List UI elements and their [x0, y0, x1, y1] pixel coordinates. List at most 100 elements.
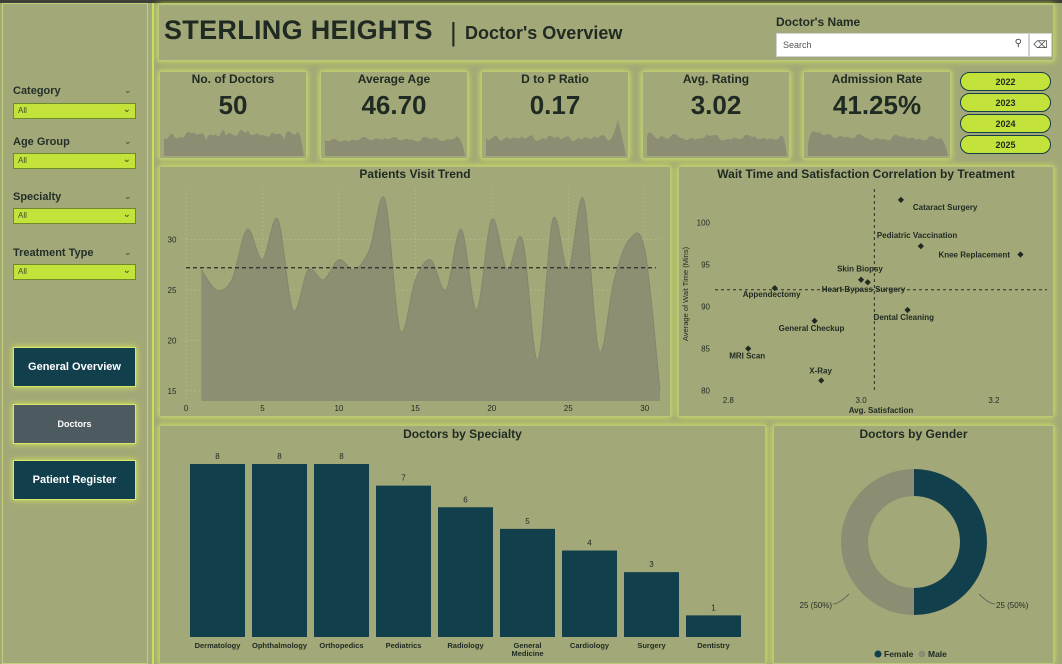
kpi-card-avg-rating: Avg. Rating 3.02 — [642, 71, 790, 159]
kpi-title: D to P Ratio — [521, 72, 589, 86]
point-label: MRI Scan — [729, 352, 765, 361]
scatter-point — [818, 377, 825, 384]
bar — [314, 464, 369, 637]
chevron-down-icon[interactable]: ⌄ — [124, 247, 132, 258]
kpi-card-d-to-p-ratio: D to P Ratio 0.17 — [481, 71, 629, 159]
kpi-card-average-age: Average Age 46.70 — [320, 71, 468, 159]
chart-title: Patients Visit Trend — [359, 167, 471, 181]
chart-title: Doctors by Specialty — [403, 427, 522, 441]
kpi-title: Avg. Rating — [682, 72, 750, 86]
leader-line — [832, 593, 850, 605]
kpi-title: Average Age — [357, 72, 431, 86]
slice-label: 25 (50%) — [800, 601, 833, 610]
point-label: X-Ray — [809, 367, 832, 376]
doctors-by-specialty-panel: Doctors by Specialty 8 Dermatology 8 Ophtha… — [159, 425, 766, 664]
bar-value-label: 6 — [463, 495, 468, 504]
y-tick-label: 90 — [701, 303, 710, 312]
visit-area — [201, 196, 660, 401]
category-label: Dentistry — [697, 641, 730, 650]
category-select[interactable]: All ⌄ — [13, 103, 136, 119]
bar — [376, 485, 431, 637]
x-tick-label: 5 — [260, 404, 265, 413]
select-value: All — [18, 106, 27, 115]
scatter-point — [897, 196, 905, 204]
y-tick-label: 85 — [701, 345, 710, 354]
slice-label: 25 (50%) — [996, 601, 1029, 610]
bar-value-label: 5 — [525, 517, 530, 526]
legend-label: Female — [884, 649, 914, 659]
chevron-down-icon: ⌄ — [122, 154, 131, 165]
y-tick-label: 25 — [168, 286, 177, 295]
bar-value-label: 8 — [339, 452, 344, 461]
chevron-down-icon[interactable]: ⌄ — [124, 191, 132, 202]
point-label: Cataract Surgery — [913, 203, 978, 212]
y-tick-label: 100 — [697, 219, 711, 228]
bar-value-label: 1 — [711, 603, 716, 612]
point-label: Appendectomy — [743, 290, 801, 299]
point-label: General Checkup — [779, 324, 845, 333]
doctors-button[interactable]: Doctors — [13, 404, 136, 444]
category-label: Surgery — [637, 641, 666, 650]
bar — [562, 550, 617, 637]
top-strip — [0, 0, 1062, 3]
point-label: Knee Replacement — [938, 251, 1010, 260]
patient-register-button[interactable]: Patient Register — [13, 460, 136, 500]
legend-label: Male — [928, 649, 947, 659]
kpi-sparkline — [325, 136, 465, 156]
donut-chart: 25 (50%) 25 (50%) Female Male — [800, 469, 1029, 659]
sidebar-divider — [148, 3, 154, 664]
age-group-select[interactable]: All ⌄ — [13, 153, 136, 169]
category-label: Radiology — [447, 641, 484, 650]
y-tick-label: 20 — [168, 336, 177, 345]
trend-chart: 0 5 10 15 20 25 30 15 20 25 30 — [168, 189, 661, 413]
x-tick-label: 2.8 — [723, 396, 735, 405]
x-tick-label: 10 — [334, 404, 343, 413]
bar — [252, 464, 307, 637]
chart-title: Doctors by Gender — [859, 427, 968, 441]
donut-slice — [841, 469, 914, 615]
bar-value-label: 4 — [587, 539, 592, 548]
chevron-down-icon[interactable]: ⌄ — [124, 85, 132, 96]
category-label: Dermatology — [195, 641, 242, 650]
bar — [438, 507, 493, 637]
x-tick-label: 15 — [411, 404, 420, 413]
eraser-icon[interactable]: ⌫ — [1029, 33, 1052, 57]
bar — [500, 528, 555, 637]
year-button-2025[interactable]: 2025 — [960, 135, 1051, 154]
legend-marker — [918, 650, 926, 658]
patients-visit-trend-panel: Patients Visit Trend 0 5 10 15 20 25 30 15 20 25 3… — [159, 166, 671, 417]
year-button-2023[interactable]: 2023 — [960, 93, 1051, 112]
scatter-chart: 2.8 3.0 3.2 80 85 90 95 100 Avg. Satisfaction Ave… — [681, 189, 1047, 415]
doctors-by-gender-panel: Doctors by Gender 25 (50%) 25 (50%) Female… — [773, 425, 1054, 664]
bar-value-label: 8 — [215, 452, 220, 461]
category-label: Medicine — [511, 649, 543, 658]
select-value: All — [18, 267, 27, 276]
brand-title: STERLING HEIGHTS — [164, 15, 433, 45]
search-placeholder: Search — [783, 40, 812, 50]
filter-label: Age Group — [13, 136, 70, 148]
select-value: All — [18, 211, 27, 220]
doctor-name-label: Doctor's Name — [776, 15, 861, 29]
category-label: Orthopedics — [319, 641, 363, 650]
donut-slice — [914, 469, 987, 615]
bar — [190, 464, 245, 637]
doctor-search-input[interactable]: Search ⚲ — [776, 33, 1029, 57]
bar-value-label: 3 — [649, 560, 654, 569]
legend-marker — [874, 650, 882, 658]
category-label: Cardiology — [570, 641, 610, 650]
search-icon[interactable]: ⚲ — [1015, 38, 1022, 49]
y-tick-label: 95 — [701, 261, 710, 270]
scatter-point — [917, 243, 924, 250]
chevron-down-icon[interactable]: ⌄ — [124, 136, 132, 147]
scatter-point — [857, 276, 865, 283]
chevron-down-icon: ⌄ — [122, 104, 131, 115]
kpi-sparkline — [164, 130, 304, 156]
x-tick-label: 25 — [564, 404, 573, 413]
year-button-2022[interactable]: 2022 — [960, 72, 1051, 91]
year-button-2024[interactable]: 2024 — [960, 114, 1051, 133]
specialty-select[interactable]: All ⌄ — [13, 208, 136, 224]
kpi-sparkline — [808, 131, 948, 156]
treatment-type-select[interactable]: All ⌄ — [13, 264, 136, 280]
bar-chart: 8 Dermatology 8 Ophthalmology 8 Orthopedics 7 P… — [190, 452, 741, 658]
general-overview-button[interactable]: General Overview — [13, 347, 136, 387]
